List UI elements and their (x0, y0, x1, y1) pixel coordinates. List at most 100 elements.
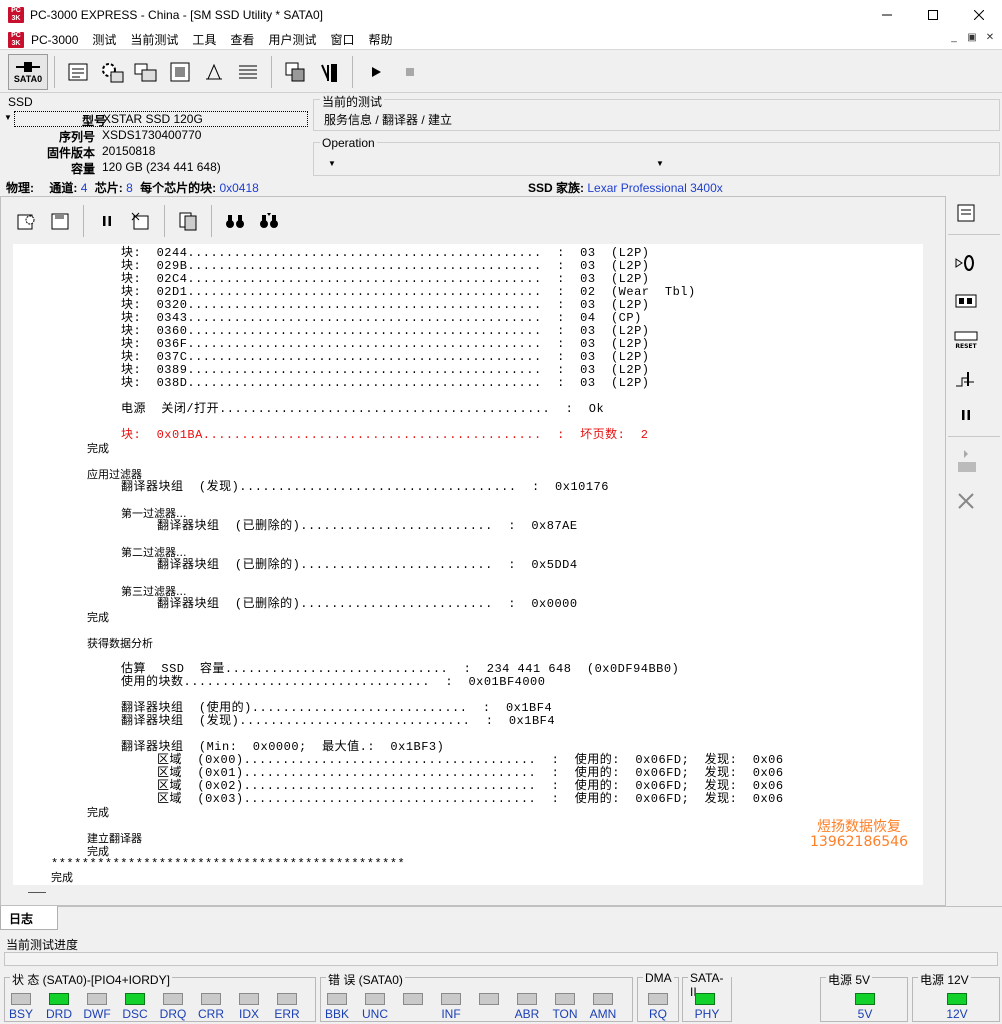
log-save-button[interactable] (43, 204, 77, 238)
menu-user-test[interactable]: 用户测试 (261, 31, 323, 48)
copy-icon (179, 212, 197, 231)
state-led-dsc (125, 993, 145, 1005)
gear-icon (17, 214, 35, 230)
firmware-label: 固件版本 (46, 146, 95, 160)
log-output[interactable]: 块: 0244.................................… (13, 244, 923, 885)
menu-current-test[interactable]: 当前测试 (123, 31, 185, 48)
toolbar-separator (352, 55, 353, 88)
copy-windows-button[interactable] (278, 55, 312, 89)
right-tools-button[interactable] (950, 486, 982, 516)
log-find-next-button[interactable] (252, 204, 286, 238)
error-led-label: INF (441, 1007, 461, 1021)
menu-window[interactable]: 窗口 (323, 31, 361, 48)
right-pause-button[interactable] (950, 400, 982, 430)
error-led-label: UNC (362, 1007, 388, 1021)
log-find-button[interactable] (218, 204, 252, 238)
right-signal-button[interactable] (950, 364, 982, 394)
log-clear-button[interactable] (124, 204, 158, 238)
chip-stack-icon (134, 63, 157, 81)
right-toolbar: RESET (948, 196, 1000, 906)
menu-test[interactable]: 测试 (85, 31, 123, 48)
model-value: XSTAR SSD 120G (103, 112, 203, 126)
firmware-value: 20150818 (102, 144, 156, 158)
physical-label: 物理: (6, 181, 34, 195)
passport-button[interactable] (61, 55, 95, 89)
operation-dropdown-left-icon[interactable]: ▼ (328, 159, 336, 168)
ssd-capacity-row: 容量 120 GB (234 441 648) (0, 160, 311, 176)
log-toolbar-separator (211, 205, 212, 237)
window-title: PC-3000 EXPRESS - China - [SM SSD Utilit… (30, 8, 323, 22)
state-led-label: CRR (198, 1007, 224, 1021)
probe-button[interactable] (312, 55, 346, 89)
error-led-unc (365, 993, 385, 1005)
physical-info-line: 物理: 通道: 4 芯片: 8 每个芯片的块: 0x0418 SSD 家族: L… (6, 179, 996, 195)
progress-bar (4, 952, 998, 966)
tab-strip: 日志 (0, 906, 1002, 930)
log-copy-button[interactable] (171, 204, 205, 238)
app-logo-icon: PC 3K (8, 7, 24, 23)
menu-view[interactable]: 查看 (223, 31, 261, 48)
tool-icon (206, 63, 222, 79)
channels-label: 通道: (49, 181, 78, 195)
chip-read-button[interactable] (129, 55, 163, 89)
menu-help[interactable]: 帮助 (361, 31, 399, 48)
error-led-amn (593, 993, 613, 1005)
app-logo-icon: PC 3K (8, 31, 24, 48)
chip-settings-button[interactable] (95, 55, 129, 89)
dma-status-group: DMA RQ (637, 971, 679, 1022)
reset-icon: RESET (954, 331, 978, 350)
right-chip-button[interactable] (950, 286, 982, 316)
state-led-idx (239, 993, 259, 1005)
mdi-close-button[interactable]: ✕ (982, 32, 998, 47)
log-list-button[interactable] (231, 55, 265, 89)
error-led-blank-2 (403, 993, 423, 1005)
power5v-status-title: 电源 5V (826, 971, 873, 988)
binoculars-icon (226, 215, 244, 228)
windows-icon (285, 62, 305, 81)
main-toolbar: SATA0 (0, 51, 1002, 93)
error-led-label: BBK (324, 1007, 349, 1021)
play-button[interactable] (359, 55, 393, 89)
clear-log-icon (131, 212, 149, 230)
chip-gear-icon (102, 62, 124, 82)
power5v-status-group: 电源 5V 5V (820, 971, 908, 1022)
ssd-family-label: SSD 家族: (528, 181, 585, 195)
log-separator-line: ****************************************… (51, 857, 406, 871)
log-line: 电源 关闭/打开................................… (121, 402, 605, 416)
led-5v (855, 993, 875, 1005)
log-toolbar-separator (164, 205, 165, 237)
passport-icon (68, 63, 88, 80)
pause-icon (962, 410, 970, 420)
pause-icon (103, 216, 111, 226)
right-power-off-button[interactable] (950, 248, 982, 278)
measure-button[interactable] (197, 55, 231, 89)
svg-text:RESET: RESET (955, 343, 977, 350)
stop-icon (406, 67, 414, 76)
right-reset-button[interactable]: RESET (950, 322, 982, 352)
minimize-button[interactable] (864, 0, 910, 30)
log-pause-button[interactable] (90, 204, 124, 238)
menu-tools[interactable]: 工具 (185, 31, 223, 48)
mdi-restore-button[interactable]: ▣ (964, 32, 980, 47)
binoculars-next-icon (260, 213, 278, 228)
toolbar-separator (271, 55, 272, 88)
maximize-button[interactable] (910, 0, 956, 30)
right-passport-button[interactable] (950, 198, 982, 228)
close-button[interactable] (956, 0, 1002, 30)
collapse-arrow-icon[interactable]: ▼ (4, 113, 12, 122)
menu-pc3000[interactable]: PC-3000 (24, 33, 85, 47)
error-led-abr (517, 993, 537, 1005)
stop-button[interactable] (393, 55, 427, 89)
led-12v (947, 993, 967, 1005)
log-settings-button[interactable] (9, 204, 43, 238)
right-expand-button[interactable] (950, 448, 982, 478)
right-toolbar-separator (948, 234, 1000, 235)
ssd-model-row[interactable]: 型号 XSTAR SSD 120G (14, 111, 308, 128)
watermark-name: 煜扬数据恢复 (817, 819, 901, 835)
chip-map-icon (170, 62, 190, 81)
sata-port-button[interactable]: SATA0 (8, 53, 48, 90)
operation-dropdown-right-icon[interactable]: ▼ (656, 159, 664, 168)
tab-log[interactable]: 日志 (0, 906, 58, 930)
chip-map-button[interactable] (163, 55, 197, 89)
mdi-minimize-button[interactable]: _ (946, 32, 962, 47)
